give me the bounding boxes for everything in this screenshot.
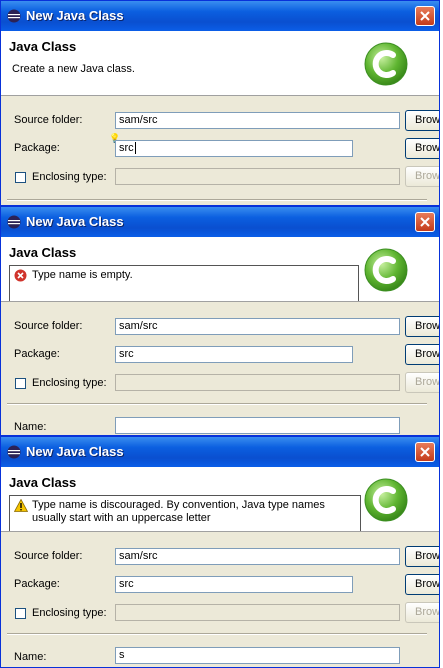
enclosing-type-input[interactable] <box>115 604 400 621</box>
enclosing-type-browse-button[interactable]: Browse... <box>405 166 439 187</box>
enclosing-type-browse-button[interactable]: Browse... <box>405 372 439 393</box>
close-button[interactable] <box>415 212 435 232</box>
name-label: Name: <box>14 651 47 663</box>
close-button[interactable] <box>415 442 435 462</box>
package-label: Package: <box>14 142 60 154</box>
package-browse-button[interactable]: Browse... <box>405 574 439 595</box>
eclipse-icon <box>7 215 21 229</box>
package-input[interactable]: src <box>115 576 353 593</box>
source-folder-browse-button[interactable]: Browse... <box>405 110 439 131</box>
close-icon <box>420 217 430 227</box>
enclosing-type-label: Enclosing type: <box>32 171 107 183</box>
close-icon <box>420 11 430 21</box>
title-bar[interactable]: New Java Class <box>1 207 439 237</box>
package-label: Package: <box>14 578 60 590</box>
enclosing-type-checkbox[interactable] <box>15 608 26 619</box>
wizard-banner: Java Class Create a new Java class. <box>1 31 439 96</box>
title-bar[interactable]: New Java Class <box>1 1 439 31</box>
window-title: New Java Class <box>26 444 124 459</box>
package-input[interactable]: src <box>115 140 353 157</box>
separator <box>7 403 427 405</box>
package-browse-button[interactable]: Browse... <box>405 138 439 159</box>
error-message: Type name is empty. <box>32 269 133 281</box>
name-label: Name: <box>14 421 47 433</box>
enclosing-type-input[interactable] <box>115 374 400 391</box>
eclipse-icon <box>7 445 21 459</box>
dialog-window-2: New Java Class Java Class Type name is e… <box>0 206 440 436</box>
error-icon <box>14 269 27 282</box>
source-folder-input[interactable]: sam/src <box>115 112 400 129</box>
banner-title: Java Class <box>9 475 77 490</box>
window-title: New Java Class <box>26 8 124 23</box>
message-area: Type name is discouraged. By convention,… <box>9 495 361 531</box>
source-folder-label: Source folder: <box>14 114 83 126</box>
text-caret <box>135 142 136 154</box>
warning-message: Type name is discouraged. By convention,… <box>32 499 325 524</box>
dialog-window-1: New Java Class Java Class Create a new J… <box>0 0 440 206</box>
close-icon <box>420 447 430 457</box>
separator <box>7 633 427 635</box>
enclosing-type-input[interactable] <box>115 168 400 185</box>
wizard-banner: Java Class Type name is discouraged. By … <box>1 467 439 532</box>
java-class-logo-icon <box>364 478 408 522</box>
enclosing-type-label: Enclosing type: <box>32 607 107 619</box>
message-area: Type name is empty. <box>9 265 359 301</box>
source-folder-label: Source folder: <box>14 550 83 562</box>
source-folder-browse-button[interactable]: Browse... <box>405 546 439 567</box>
dialog-window-3: New Java Class Java Class Type name is d… <box>0 436 440 668</box>
source-folder-browse-button[interactable]: Browse... <box>405 316 439 337</box>
enclosing-type-checkbox[interactable] <box>15 172 26 183</box>
close-button[interactable] <box>415 6 435 26</box>
java-class-logo-icon <box>364 42 408 86</box>
wizard-banner: Java Class Type name is empty. <box>1 237 439 302</box>
package-input[interactable]: src <box>115 346 353 363</box>
java-class-logo-icon <box>364 248 408 292</box>
source-folder-input[interactable]: sam/src <box>115 548 400 565</box>
warning-icon <box>14 499 28 512</box>
name-input[interactable]: s <box>115 647 400 664</box>
eclipse-icon <box>7 9 21 23</box>
banner-title: Java Class <box>9 245 77 260</box>
package-browse-button[interactable]: Browse... <box>405 344 439 365</box>
window-title: New Java Class <box>26 214 124 229</box>
name-input[interactable] <box>115 417 400 434</box>
title-bar[interactable]: New Java Class <box>1 437 439 467</box>
separator <box>7 199 427 201</box>
package-label: Package: <box>14 348 60 360</box>
enclosing-type-checkbox[interactable] <box>15 378 26 389</box>
banner-message: Create a new Java class. <box>12 63 135 75</box>
enclosing-type-browse-button[interactable]: Browse... <box>405 602 439 623</box>
source-folder-label: Source folder: <box>14 320 83 332</box>
source-folder-input[interactable]: sam/src <box>115 318 400 335</box>
enclosing-type-label: Enclosing type: <box>32 377 107 389</box>
banner-title: Java Class <box>9 39 77 54</box>
